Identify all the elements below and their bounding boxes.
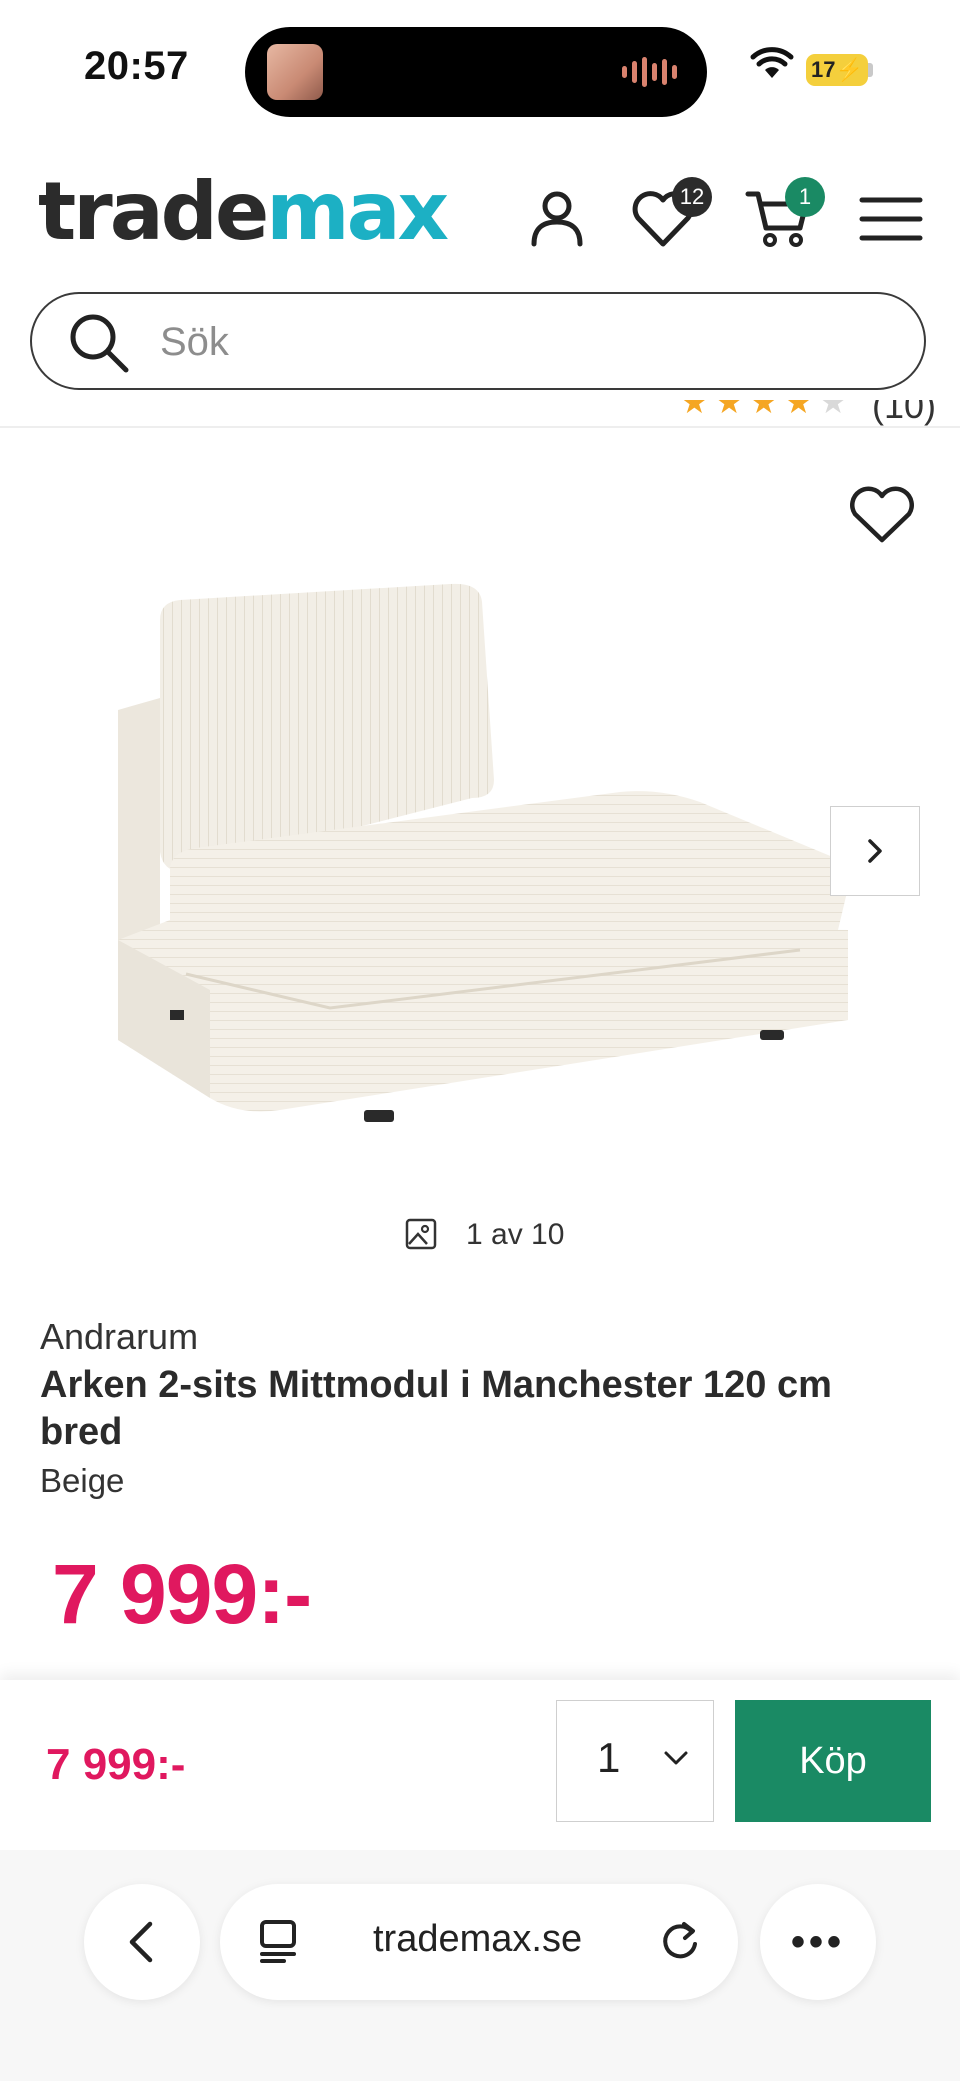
star-icon: ★ (784, 400, 813, 420)
product-image[interactable] (100, 570, 860, 1130)
status-time: 20:57 (84, 44, 189, 88)
account-icon[interactable] (522, 184, 592, 254)
rating-count[interactable]: (10) (872, 400, 936, 434)
chevron-right-icon (868, 839, 882, 863)
star-empty-icon: ★ (818, 400, 848, 420)
star-icon: ★ (749, 400, 779, 420)
reload-icon[interactable] (658, 1918, 702, 1962)
more-options-button[interactable]: ••• (760, 1884, 876, 2000)
tab-overview-icon[interactable] (258, 1918, 298, 1964)
trademax-logo[interactable]: trademax (38, 172, 449, 252)
audio-wave-icon (622, 55, 677, 89)
dynamic-island[interactable] (245, 27, 707, 117)
product-title: Arken 2-sits Mittmodul i Manchester 120 … (40, 1364, 832, 1453)
quantity-value: 1 (597, 1734, 621, 1781)
quantity-select[interactable] (556, 1700, 714, 1822)
wishlist-count-badge: 12 (672, 177, 712, 217)
image-gallery-icon (405, 1218, 437, 1250)
star-icon: ★ (714, 400, 744, 420)
buy-bar-price: 7 999:- (46, 1740, 186, 1789)
wifi-icon (750, 47, 794, 78)
favorite-heart-icon[interactable] (846, 484, 918, 546)
chevron-down-icon (664, 1751, 688, 1765)
chevron-left-icon (129, 1921, 153, 1963)
cart-count-badge: 1 (785, 177, 825, 217)
gallery-next-button[interactable] (830, 806, 920, 896)
product-brand[interactable]: Andrarum (40, 1316, 198, 1358)
address-url[interactable]: trademax.se (373, 1918, 582, 1961)
battery-indicator: 17 ⚡ (806, 54, 868, 86)
now-playing-artwork (267, 44, 323, 100)
star-icon: ★ (680, 400, 709, 420)
battery-cap (868, 63, 873, 77)
search-placeholder: Sök (160, 320, 229, 364)
rating-stars: ★ ★ ★ ★ ★ (680, 400, 847, 436)
product-color: Beige (40, 1462, 125, 1499)
product-price: 7 999:- (52, 1547, 312, 1641)
buy-button[interactable]: Köp (735, 1700, 931, 1822)
search-icon (70, 314, 129, 373)
gallery-counter: 1 av 10 (466, 1218, 565, 1251)
browser-back-button[interactable] (84, 1884, 200, 2000)
menu-hamburger-icon[interactable] (856, 184, 926, 254)
